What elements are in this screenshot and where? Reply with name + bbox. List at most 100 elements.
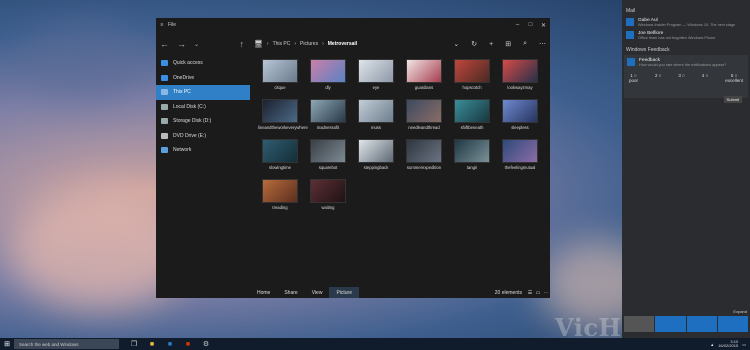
search-box[interactable]: Search the web and Windows: [14, 339, 119, 349]
image-thumbnail[interactable]: tangri: [450, 139, 494, 170]
quick-action-tile[interactable]: [686, 316, 717, 332]
breadcrumb-this-pc[interactable]: This PC: [273, 41, 291, 47]
radio-icon[interactable]: ○: [657, 73, 662, 78]
breadcrumb-pictures[interactable]: Pictures: [300, 41, 318, 47]
tab-share[interactable]: Share: [277, 287, 304, 298]
image-thumbnail[interactable]: treading: [258, 179, 302, 210]
more-icon[interactable]: ⋯: [542, 290, 550, 296]
tab-picture[interactable]: Picture: [329, 287, 359, 298]
thumbnail-view-icon[interactable]: ▭: [534, 290, 542, 296]
image-thumbnail[interactable]: guardians: [402, 59, 446, 90]
sidebar-item[interactable]: Quick access: [156, 56, 250, 71]
thumbnail-label: sleepless: [511, 125, 529, 130]
up-arrow-icon[interactable]: ↑: [240, 39, 245, 49]
notifications-icon[interactable]: ▭: [742, 342, 746, 347]
thumbnail-image: [406, 99, 442, 123]
tab-home[interactable]: Home: [250, 287, 277, 298]
radio-icon[interactable]: ○: [704, 73, 709, 78]
rating-option[interactable]: 4 ○: [702, 73, 708, 83]
image-thumbnail[interactable]: sleepless: [498, 99, 542, 130]
mail-icon: [626, 18, 634, 26]
task-view-icon[interactable]: ❐: [125, 340, 143, 348]
image-thumbnail[interactable]: thefeelingmutual: [498, 139, 542, 170]
settings-icon[interactable]: ⚙: [197, 340, 215, 348]
image-thumbnail[interactable]: lineandtheworkeverywhere: [258, 99, 308, 130]
chevron-down-icon[interactable]: ⌄: [194, 41, 199, 48]
mail-notification[interactable]: Joe Belfiore Office team has not forgotte…: [622, 29, 750, 42]
thumbnail-image: [262, 139, 298, 163]
sidebar-item-label: Quick access: [173, 60, 203, 67]
sidebar-item[interactable]: DVD Drive (E:): [156, 129, 250, 144]
thumbnail-label: shiftbeneath: [460, 125, 484, 130]
image-thumbnail[interactable]: slowingtime: [258, 139, 302, 170]
grid-view-icon[interactable]: ⊞: [505, 40, 511, 48]
breadcrumb: 🖥 › This PC › Pictures › Metroversail ⌄ …: [250, 32, 550, 56]
image-thumbnail[interactable]: squarebot: [306, 139, 350, 170]
mail-notification[interactable]: Gabe Aul Windows Insider Program — Window…: [622, 16, 750, 29]
dvd-icon: [161, 132, 168, 139]
image-thumbnail[interactable]: muss: [354, 99, 398, 130]
expand-link[interactable]: Expand: [733, 309, 747, 314]
thumbnail-image: [454, 99, 490, 123]
chevron-down-icon[interactable]: ⌄: [453, 40, 459, 48]
windows-start-icon[interactable]: ⊞: [0, 338, 14, 350]
store-icon[interactable]: ■: [161, 341, 179, 348]
feedback-notification[interactable]: Feedback How would you rate where the no…: [624, 55, 748, 103]
clock-date[interactable]: 16/02/2015: [718, 343, 738, 349]
image-thumbnail[interactable]: summerexpedition: [402, 139, 446, 170]
thumbnail-label: hopscotch: [462, 85, 482, 90]
wallpaper-blob: [20, 20, 150, 100]
image-thumbnail[interactable]: steppingback: [354, 139, 398, 170]
sidebar-item[interactable]: Storage Disk (D:): [156, 114, 250, 129]
image-thumbnail[interactable]: hopscotch: [450, 59, 494, 90]
sidebar-item[interactable]: This PC: [156, 85, 250, 100]
sidebar-item[interactable]: OneDrive: [156, 71, 250, 86]
image-thumbnail[interactable]: madnessofit: [306, 99, 350, 130]
image-thumbnail[interactable]: waiting: [306, 179, 350, 210]
image-thumbnail[interactable]: eye: [354, 59, 398, 90]
network-icon[interactable]: ▲: [710, 342, 714, 347]
forward-icon[interactable]: →: [177, 39, 186, 49]
hamburger-icon[interactable]: ≡: [156, 22, 168, 28]
sidebar-item-label: DVD Drive (E:): [173, 132, 207, 139]
file-explorer-icon[interactable]: ■: [143, 341, 161, 348]
minimize-icon[interactable]: –: [511, 18, 524, 32]
back-icon[interactable]: ←: [160, 39, 169, 49]
quick-action-tile[interactable]: [717, 316, 748, 332]
rating-option[interactable]: 2 ○: [655, 73, 661, 83]
quick-action-tile[interactable]: [655, 316, 686, 332]
file-menu[interactable]: File: [168, 22, 176, 28]
image-thumbnail[interactable]: lookwayzmay: [498, 59, 542, 90]
breadcrumb-current-folder[interactable]: Metroversail: [328, 41, 357, 47]
image-thumbnail[interactable]: citque: [258, 59, 302, 90]
thumbnail-label: muss: [370, 125, 381, 130]
rating-option[interactable]: 3 ○: [678, 73, 684, 83]
image-thumbnail[interactable]: dly: [306, 59, 350, 90]
image-thumbnail[interactable]: shiftbeneath: [450, 99, 494, 130]
thumbnail-image: [310, 99, 346, 123]
thumbnail-image: [262, 179, 298, 203]
item-count: 20 elements: [494, 289, 522, 296]
thumbnail-label: lineandtheworkeverywhere: [258, 125, 308, 130]
radio-icon[interactable]: ○: [681, 73, 685, 78]
rating-option[interactable]: 5 ○ excellent: [725, 73, 743, 83]
thumbnail-image: [406, 139, 442, 163]
sidebar-item[interactable]: Network: [156, 143, 250, 158]
quick-action-tile[interactable]: [624, 316, 655, 332]
search-icon[interactable]: ⌕: [523, 40, 527, 48]
maximize-icon[interactable]: □: [524, 18, 537, 32]
more-icon[interactable]: ⋯: [539, 40, 546, 48]
sidebar-item[interactable]: Local Disk (C:): [156, 100, 250, 115]
details-view-icon[interactable]: ☰: [526, 290, 534, 296]
tab-view[interactable]: View: [305, 287, 330, 298]
close-icon[interactable]: ✕: [537, 18, 550, 32]
add-icon[interactable]: +: [489, 41, 493, 48]
office-icon[interactable]: ■: [179, 341, 197, 348]
thumbnail-image: [502, 99, 538, 123]
rating-option[interactable]: 1 ○ poor: [629, 73, 638, 83]
thumbnail-label: tangri: [466, 165, 478, 170]
refresh-icon[interactable]: ↻: [471, 40, 477, 48]
submit-button[interactable]: Submit: [723, 96, 742, 103]
image-thumbnail[interactable]: needleandthread: [402, 99, 446, 130]
drive-icon: [161, 118, 168, 125]
